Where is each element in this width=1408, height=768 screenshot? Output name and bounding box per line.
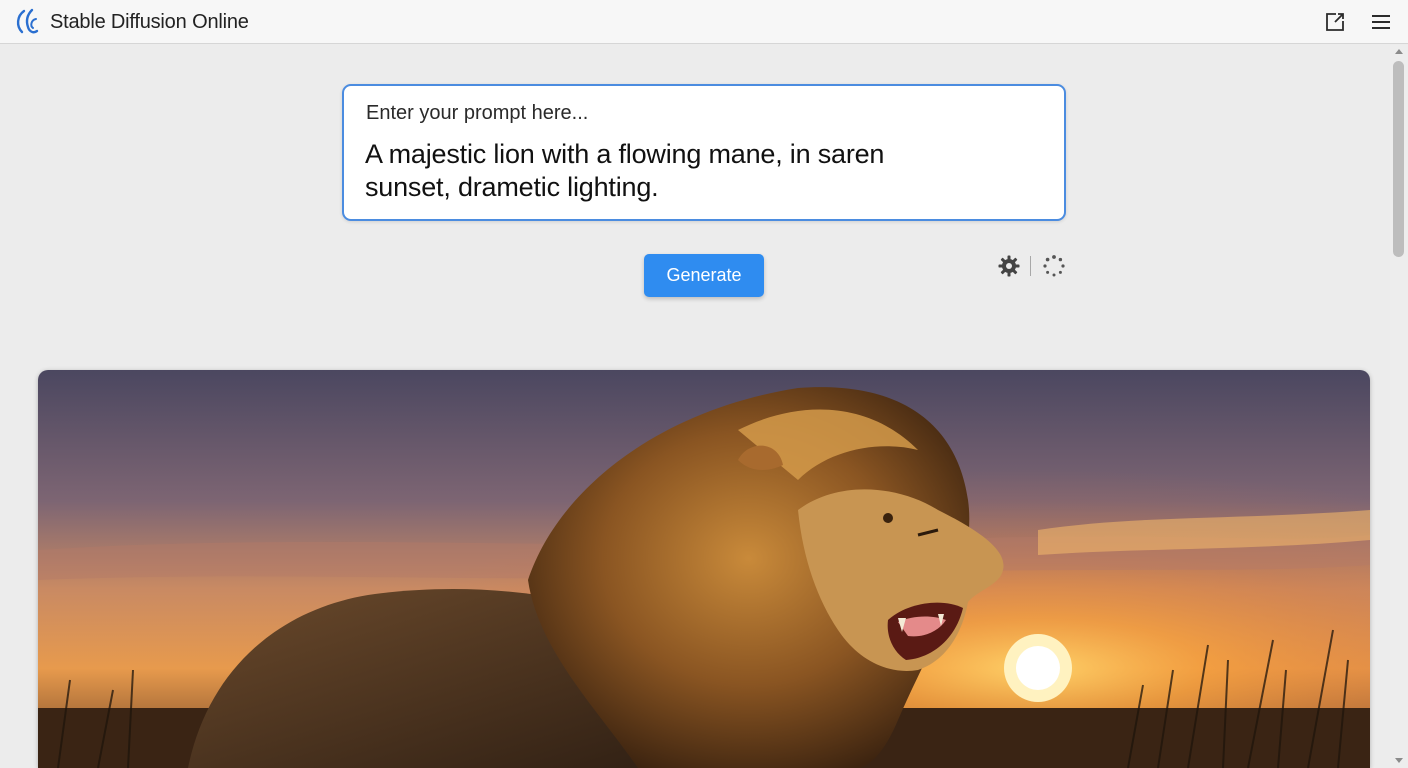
loading-indicator — [1042, 254, 1066, 278]
app-title: Stable Diffusion Online — [50, 10, 249, 34]
scrollbar-thumb[interactable] — [1393, 61, 1404, 257]
stable-diffusion-logo-icon — [16, 8, 39, 34]
scroll-up-arrow-icon[interactable] — [1395, 49, 1403, 54]
share-button[interactable] — [1322, 9, 1348, 35]
prompt-placeholder: Enter your prompt here... — [366, 102, 589, 124]
settings-button[interactable] — [997, 254, 1021, 278]
lion-sunset-illustration — [38, 370, 1370, 768]
menu-button[interactable] — [1368, 9, 1394, 35]
prompt-input[interactable]: Enter your prompt here... A majestic lio… — [342, 84, 1066, 221]
app-title-secondary: Online — [192, 11, 249, 33]
generate-button[interactable]: Generate — [644, 254, 764, 297]
app-title-primary: Stable Diffusion — [50, 11, 187, 33]
page-scrollbar[interactable] — [1390, 45, 1408, 768]
loading-spinner-icon — [1043, 255, 1065, 277]
prompt-text[interactable]: A majestic lion with a flowing mane, in … — [365, 138, 965, 204]
scroll-down-arrow-icon[interactable] — [1395, 758, 1403, 763]
gear-icon — [998, 255, 1020, 277]
generated-image[interactable] — [38, 370, 1370, 768]
hamburger-menu-icon — [1372, 15, 1390, 29]
share-external-icon — [1326, 13, 1344, 31]
top-bar: Stable Diffusion Online — [0, 0, 1408, 44]
toolbar-divider — [1030, 256, 1031, 276]
